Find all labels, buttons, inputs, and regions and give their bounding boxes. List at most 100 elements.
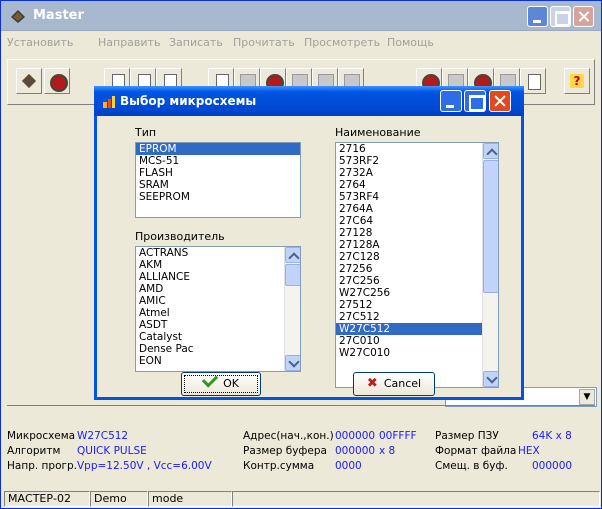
chk-label: Контр.сумма [243, 460, 315, 472]
chk-value: 0000 [335, 460, 362, 472]
status-empty [232, 491, 600, 507]
record-button[interactable] [44, 68, 70, 94]
name-item[interactable]: 2732A [336, 167, 498, 179]
name-scrollbar[interactable] [482, 143, 498, 387]
menu-item-direct[interactable]: Направить [98, 36, 160, 49]
name-label: Наименование [335, 126, 421, 139]
manufacturer-item[interactable]: AMIC [136, 295, 300, 307]
type-label: Тип [135, 126, 157, 139]
dialog-minimize-button[interactable] [440, 90, 462, 112]
status-demo: Demo [90, 491, 148, 507]
name-item[interactable]: 27C64 [336, 215, 498, 227]
check-icon [201, 371, 219, 388]
scroll-down-icon[interactable] [483, 371, 498, 387]
manufacturer-item[interactable]: Dense Pac [136, 343, 300, 355]
addr-end: 00FFFF [379, 430, 417, 442]
cancel-label: Cancel [383, 377, 422, 390]
name-item[interactable]: 27128 [336, 227, 498, 239]
volt-label: Напр. прогр. [7, 460, 78, 472]
scroll-thumb[interactable] [483, 160, 498, 293]
name-item[interactable]: 573RF2 [336, 155, 498, 167]
title-bar[interactable]: Master [1, 1, 601, 31]
manufacturer-item[interactable]: ASDT [136, 319, 300, 331]
buf-mult: x 8 [379, 445, 396, 457]
info-panel: Микросхема W27C512 Алгоритм QUICK PULSE … [7, 405, 595, 482]
type-item[interactable]: SEEPROM [136, 191, 300, 203]
ok-label: OK [223, 377, 239, 390]
buf-value: 000000 [335, 445, 376, 457]
chip-icon [11, 10, 25, 23]
dialog-close-button[interactable] [489, 90, 511, 112]
cancel-button[interactable]: ✖ Cancel [353, 372, 435, 396]
scroll-thumb[interactable] [285, 264, 300, 286]
menu-bar: Установить Направить Записать Прочитать … [1, 32, 601, 54]
name-item[interactable]: 27256 [336, 263, 498, 275]
fmt-value: HEX [518, 445, 540, 457]
manufacturer-list[interactable]: ACTRANS AKM ALLIANCE AMD AMIC Atmel ASDT… [135, 246, 301, 372]
addr-start: 000000 [335, 430, 376, 442]
manufacturer-label: Производитель [135, 230, 225, 243]
window-title: Master [33, 8, 84, 23]
manufacturer-item[interactable]: Atmel [136, 307, 300, 319]
ok-button[interactable]: OK [181, 371, 261, 396]
name-item[interactable]: 27C256 [336, 275, 498, 287]
scroll-down-icon[interactable] [285, 355, 300, 371]
name-item[interactable]: 27128A [336, 239, 498, 251]
chip-value: W27C512 [77, 430, 129, 442]
type-item[interactable]: FLASH [136, 167, 300, 179]
manufacturer-item[interactable]: ACTRANS [136, 247, 300, 259]
addr-label: Адрес(нач.,кон.) [243, 430, 334, 442]
menu-item-view[interactable]: Просмотреть [304, 36, 380, 49]
close-button[interactable] [573, 6, 594, 27]
dropdown-arrow-icon[interactable]: ▼ [579, 389, 595, 405]
menu-item-help[interactable]: Помощь [387, 36, 434, 49]
menu-item-write[interactable]: Записать [169, 36, 223, 49]
status-bar: МАСТЕР-02 Demo mode [4, 489, 600, 508]
chip-select-icon [103, 96, 115, 108]
size-value: 64K x 8 [532, 430, 572, 442]
menu-item-install[interactable]: Установить [7, 36, 73, 49]
manufacturer-item[interactable]: Catalyst [136, 331, 300, 343]
manufacturer-item[interactable]: ALLIANCE [136, 271, 300, 283]
name-item[interactable]: 27C512 [336, 311, 498, 323]
off-label: Смещ. в буф. [435, 460, 508, 472]
name-item[interactable]: 2764 [336, 179, 498, 191]
chip-select-dialog: Выбор микросхемы Тип EPROM MCS-51 FLASH … [94, 86, 524, 400]
off-value: 000000 [532, 460, 573, 472]
name-item[interactable]: W27C512 [336, 323, 498, 335]
dialog-maximize-button[interactable] [464, 90, 486, 112]
help-button[interactable] [564, 68, 590, 94]
name-item[interactable]: 27512 [336, 299, 498, 311]
name-item[interactable]: 27C010 [336, 335, 498, 347]
type-item[interactable]: SRAM [136, 179, 300, 191]
algo-label: Алгоритм [7, 445, 61, 457]
name-item[interactable]: 2716 [336, 143, 498, 155]
dialog-title-bar[interactable]: Выбор микросхемы [94, 86, 524, 116]
type-item[interactable]: EPROM [136, 143, 300, 155]
fmt-label: Формат файла [435, 445, 517, 457]
status-device: МАСТЕР-02 [4, 491, 90, 507]
algo-value: QUICK PULSE [77, 445, 147, 457]
status-mode: mode [148, 491, 232, 507]
chip-button[interactable] [16, 68, 42, 94]
maximize-button[interactable] [550, 6, 571, 27]
name-list[interactable]: 2716 573RF2 2732A 2764 573RF4 2764A 27C6… [335, 142, 499, 388]
name-item[interactable]: 2764A [336, 203, 498, 215]
name-item[interactable]: W27C010 [336, 347, 498, 359]
scroll-up-icon[interactable] [483, 143, 498, 159]
size-label: Размер ПЗУ [435, 430, 499, 442]
manufacturer-item[interactable]: AMD [136, 283, 300, 295]
name-item[interactable]: 573RF4 [336, 191, 498, 203]
minimize-button[interactable] [527, 6, 548, 27]
type-item[interactable]: MCS-51 [136, 155, 300, 167]
name-item[interactable]: 27C128 [336, 251, 498, 263]
menu-item-read[interactable]: Прочитать [233, 36, 295, 49]
manufacturer-scrollbar[interactable] [284, 247, 300, 371]
scroll-up-icon[interactable] [285, 247, 300, 263]
manufacturer-item[interactable]: AKM [136, 259, 300, 271]
type-list[interactable]: EPROM MCS-51 FLASH SRAM SEEPROM [135, 142, 301, 218]
volt-value: Vpp=12.50V , Vcc=6.00V [77, 460, 212, 472]
manufacturer-item[interactable]: EON [136, 355, 300, 367]
dialog-title: Выбор микросхемы [120, 94, 257, 108]
name-item[interactable]: W27C256 [336, 287, 498, 299]
